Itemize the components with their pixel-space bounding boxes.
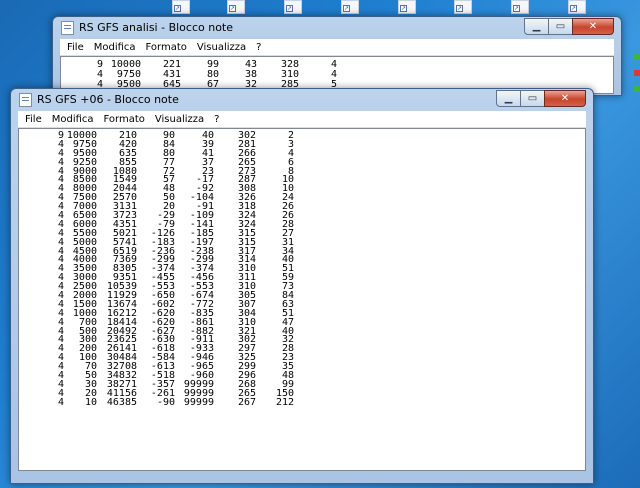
desktop-icon-1[interactable]: ↗ (172, 0, 190, 14)
title-bar[interactable]: RS GFS analisi - Blocco note ▁ ▭ ✕ (60, 17, 614, 39)
maximize-button[interactable]: ▭ (548, 18, 573, 35)
minimize-button[interactable]: ▁ (496, 90, 521, 107)
text-line: 4 200 26141 -618 -933 297 28 (19, 344, 539, 354)
shortcut-arrow-icon: ↗ (513, 5, 520, 12)
text-line: 4 4500 6519 -236 -238 317 34 (19, 246, 539, 257)
minimize-icon: ▁ (532, 21, 541, 32)
text-line: 4 9500 635 80 41 266 4 (19, 148, 539, 159)
shortcut-arrow-icon: ↗ (229, 5, 236, 12)
status-green-icon (634, 86, 640, 92)
value-col-5: 267 (237, 396, 256, 408)
desktop-icon-8[interactable]: ↗ (568, 0, 586, 14)
menu-formato[interactable]: Formato (141, 39, 192, 56)
maximize-icon: ▭ (527, 93, 538, 104)
menu-formato[interactable]: Formato (99, 111, 150, 128)
text-line: 4 3500 8305 -374 -374 310 51 (19, 264, 539, 274)
text-line: 4 7000 3131 20 -91 318 26 (19, 202, 539, 212)
menu-visualizza[interactable]: Visualizza (150, 111, 209, 128)
text-line: 9 10000 210 90 40 302 2 (19, 131, 539, 141)
shortcut-arrow-icon: ↗ (570, 5, 577, 12)
text-line: 4 5500 5021 -126 -185 315 27 (19, 228, 539, 239)
value-col-4: 99999 (183, 396, 214, 408)
desktop-icon-5[interactable]: ↗ (398, 0, 416, 14)
text-line: 4 1500 13674 -602 -772 307 63 (19, 299, 539, 310)
text-line: 4 2500 10539 -553 -553 310 73 (19, 282, 539, 292)
desktop-right-edge (632, 40, 640, 140)
text-line: 4 3000 9351 -455 -456 311 59 (19, 273, 539, 283)
desktop-icon-6[interactable]: ↗ (454, 0, 472, 14)
text-line: 4 10 46385 -90 99999 267 212 (19, 396, 539, 408)
window-title: RS GFS analisi - Blocco note (79, 21, 234, 34)
text-area[interactable]: 9 10000 210 90 40 302 2 4 9750 420 84 39 281 3 4 9500 63… (18, 128, 586, 471)
desktop-icon-7[interactable]: ↗ (511, 0, 529, 14)
menu-file[interactable]: File (62, 39, 89, 56)
maximize-button[interactable]: ▭ (520, 90, 545, 107)
close-icon: ✕ (560, 93, 570, 104)
value-col-3: -90 (156, 396, 175, 408)
text-line: 4 5000 5741 -183 -197 315 31 (19, 237, 539, 248)
text-line: 4 7500 2570 50 -104 326 24 (19, 193, 539, 203)
notepad-window-front[interactable]: RS GFS +06 - Blocco note ▁ ▭ ✕ File Modi… (10, 88, 594, 484)
menu-visualizza[interactable]: Visualizza (192, 39, 251, 56)
text-line: 4 300 23625 -630 -911 302 32 (19, 335, 539, 345)
desktop-icon-2[interactable]: ↗ (227, 0, 245, 14)
close-button[interactable]: ✕ (572, 18, 614, 35)
minimize-button[interactable]: ▁ (524, 18, 549, 35)
text-line: 4 9000 1080 72 23 273 8 (19, 166, 539, 177)
menu-bar: File Modifica Formato Visualizza ? (18, 111, 586, 128)
text-line: 4 6000 4351 -79 -141 324 28 (19, 219, 539, 230)
text-line: 4 50 34832 -518 -960 296 48 (19, 371, 539, 381)
value-col-6: 212 (275, 396, 294, 408)
close-icon: ✕ (588, 21, 598, 32)
title-bar[interactable]: RS GFS +06 - Blocco note ▁ ▭ ✕ (18, 89, 586, 111)
value-col-0: 4 (57, 396, 64, 408)
text-lines: 9 10000 210 90 40 302 2 4 9750 420 84 39 281 3 4 9500 63… (19, 131, 539, 408)
text-line: 4 9250 855 77 37 265 6 (19, 157, 539, 168)
menu-bar: File Modifica Formato Visualizza ? (60, 39, 614, 56)
shortcut-arrow-icon: ↗ (343, 5, 350, 12)
text-line: 4 100 30484 -584 -946 325 23 (19, 353, 539, 363)
shortcut-arrow-icon: ↗ (174, 5, 181, 12)
menu-file[interactable]: File (20, 111, 47, 128)
menu-help[interactable]: ? (209, 111, 224, 128)
notepad-icon (61, 21, 74, 35)
text-line: 4 2000 11929 -650 -674 305 84 (19, 291, 539, 301)
desktop-icon-4[interactable]: ↗ (341, 0, 359, 14)
menu-modifica[interactable]: Modifica (47, 111, 99, 128)
text-line: 4 500 20492 -627 -882 321 40 (19, 326, 539, 337)
value-col-2: 46385 (106, 396, 137, 408)
text-line: 4 70 32708 -613 -965 299 35 (19, 362, 539, 372)
minimize-icon: ▁ (504, 93, 513, 104)
close-button[interactable]: ✕ (544, 90, 586, 107)
status-red-icon (634, 70, 640, 76)
notepad-icon (19, 93, 32, 107)
text-line: 4 1000 16212 -620 -835 304 51 (19, 308, 539, 319)
window-title: RS GFS +06 - Blocco note (37, 93, 179, 106)
text-line: 4 8000 2044 48 -92 308 10 (19, 184, 539, 194)
maximize-icon: ▭ (555, 21, 566, 32)
shortcut-arrow-icon: ↗ (286, 5, 293, 12)
menu-modifica[interactable]: Modifica (89, 39, 141, 56)
shortcut-arrow-icon: ↗ (456, 5, 463, 12)
notepad-window-back[interactable]: RS GFS analisi - Blocco note ▁ ▭ ✕ File … (52, 16, 622, 96)
status-green-icon (634, 54, 640, 60)
text-line: 4 6500 3723 -29 -109 324 26 (19, 211, 539, 221)
shortcut-arrow-icon: ↗ (400, 5, 407, 12)
text-line: 4 8500 1549 57 -17 287 10 (19, 175, 539, 185)
text-line: 4 700 18414 -620 -861 310 47 (19, 317, 539, 328)
value-col-1: 10 (84, 396, 97, 408)
menu-help[interactable]: ? (251, 39, 266, 56)
text-line: 4 4000 7369 -299 -299 314 40 (19, 255, 539, 265)
desktop-icon-3[interactable]: ↗ (284, 0, 302, 14)
text-line: 4 9750 420 84 39 281 3 (19, 139, 539, 150)
